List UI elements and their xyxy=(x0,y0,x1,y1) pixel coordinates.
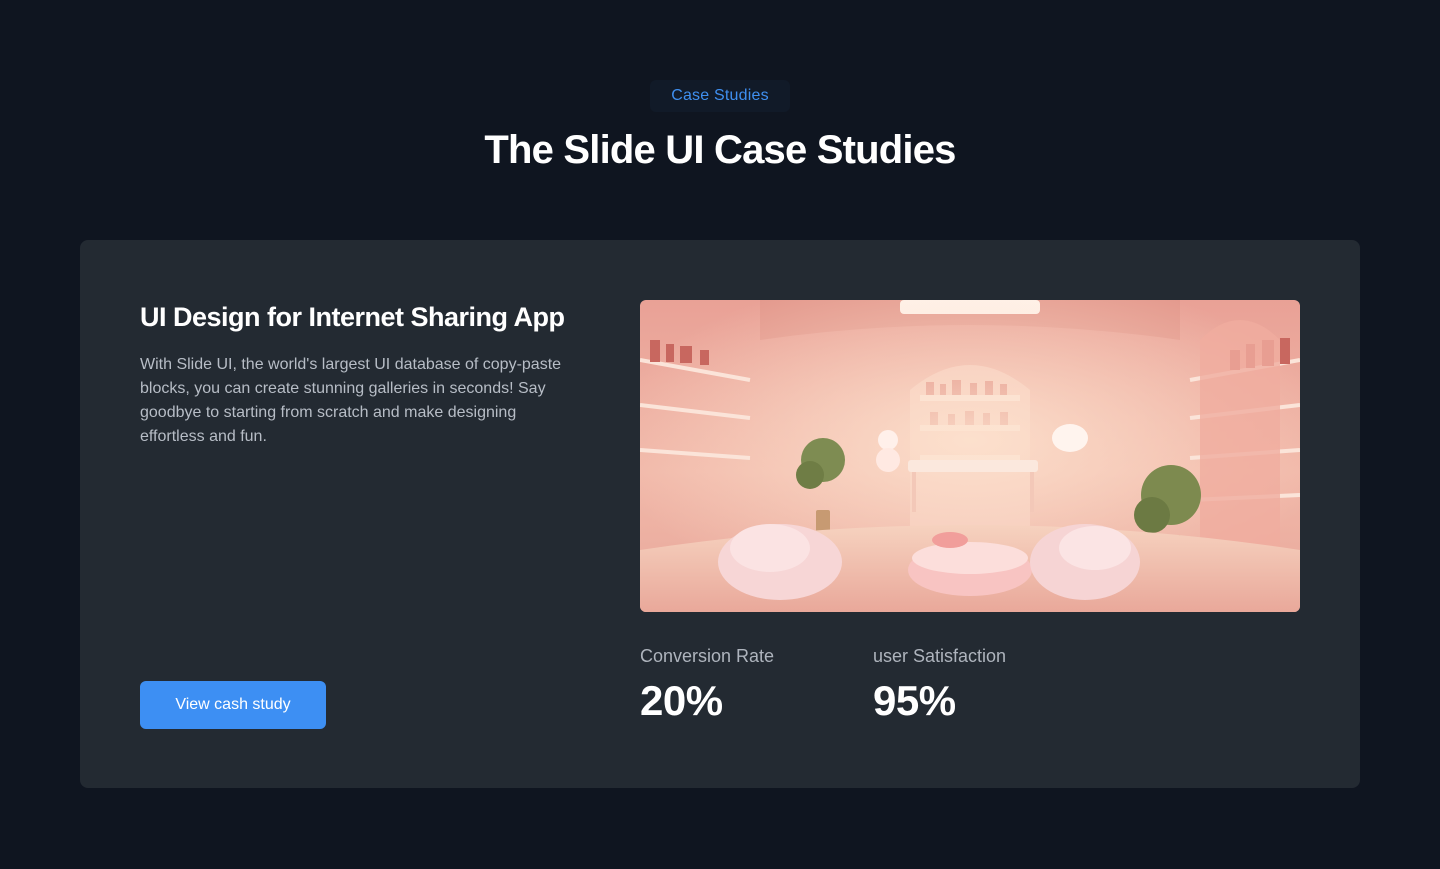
case-study-description: With Slide UI, the world's largest UI da… xyxy=(140,356,562,445)
stat-label: user Satisfaction xyxy=(873,646,1007,666)
view-case-study-button[interactable]: View cash study xyxy=(140,681,326,729)
case-studies-page: Case Studies The Slide UI Case Studies U… xyxy=(0,0,1440,869)
stat-label: Conversion Rate xyxy=(640,646,775,666)
section-eyebrow-badge: Case Studies xyxy=(650,80,790,112)
case-study-title: UI Design for Internet Sharing App xyxy=(140,302,565,332)
stat-conversion-rate: Conversion Rate 20% xyxy=(640,646,774,725)
stat-value: 20% xyxy=(640,677,723,724)
section-title: The Slide UI Case Studies xyxy=(484,128,956,172)
stat-user-satisfaction: user Satisfaction 95% xyxy=(873,646,1006,725)
case-study-image xyxy=(640,300,1300,612)
case-study-card: UI Design for Internet Sharing App With … xyxy=(80,240,1360,788)
stat-value: 95% xyxy=(873,677,956,724)
